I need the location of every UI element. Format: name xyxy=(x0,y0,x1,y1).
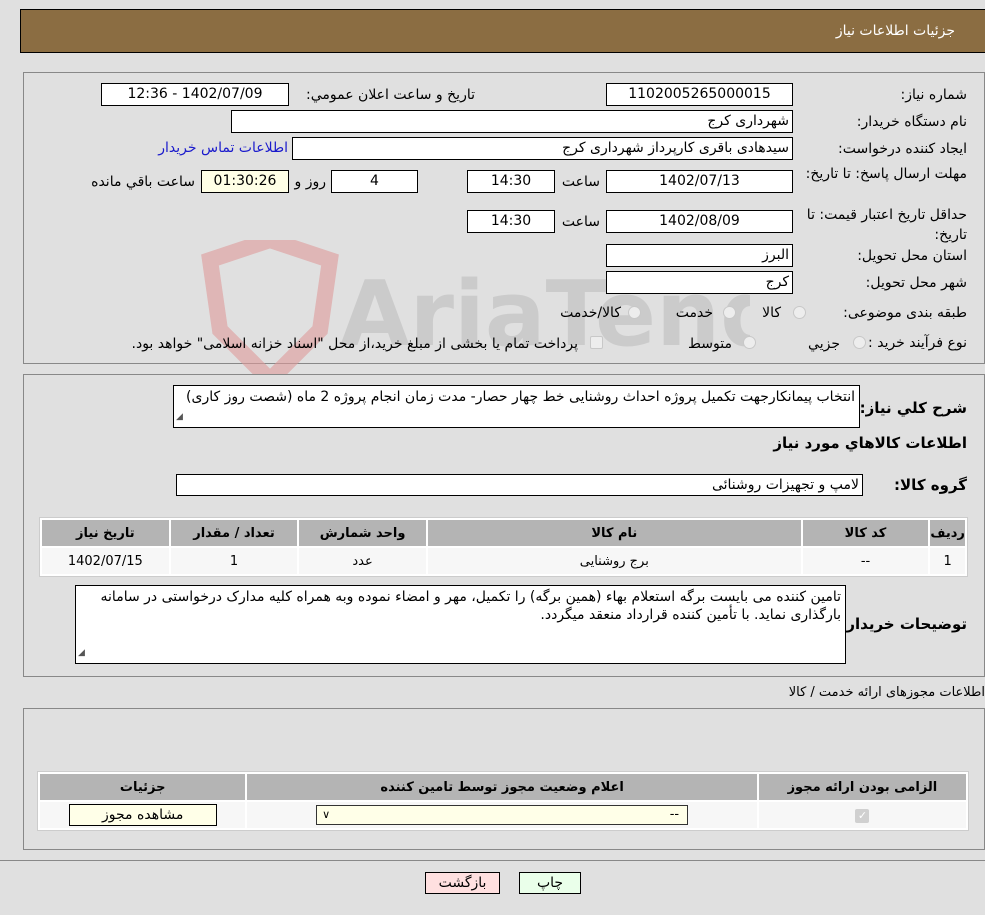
description-label: شرح کلي نياز: xyxy=(859,399,967,417)
goods-table: رديف کد کالا نام کالا واحد شمارش تعداد /… xyxy=(39,517,968,577)
permits-section-title: اطلاعات مجوزهای ارائه خدمت / کالا xyxy=(788,685,985,700)
col-permit-details: جزئیات xyxy=(40,774,246,800)
process-radio-minor[interactable] xyxy=(853,336,866,349)
category-option-goods-service: کالا/خدمت xyxy=(560,305,621,321)
process-radio-medium[interactable] xyxy=(743,336,756,349)
col-goods-name: نام کالا xyxy=(427,520,801,546)
description-textarea[interactable]: انتخاب پیمانکارجهت تکمیل پروژه احداث روش… xyxy=(173,385,860,428)
table-row: 1 -- برج روشنایی عدد 1 1402/07/15 xyxy=(42,548,965,574)
category-option-service: خدمت xyxy=(675,305,713,321)
col-need-date: تاریخ نیاز xyxy=(42,520,169,546)
process-option-minor: جزيي xyxy=(808,336,840,352)
permit-required-checkbox: ✓ xyxy=(855,808,870,823)
buyer-org-label: نام دستگاه خریدار: xyxy=(856,114,967,130)
cell-goods-code: -- xyxy=(802,548,929,574)
resize-grip-icon[interactable]: ◢ xyxy=(78,644,85,662)
time-remaining-label: ساعت باقي مانده xyxy=(91,174,195,190)
days-and-label: روز و xyxy=(294,174,327,190)
deadline-time-label: ساعت xyxy=(561,174,600,190)
print-button[interactable]: چاپ xyxy=(519,872,581,894)
col-quantity: تعداد / مقدار xyxy=(170,520,298,546)
back-button[interactable]: بازگشت xyxy=(425,872,500,894)
col-row-number: رديف xyxy=(930,520,965,546)
goods-table-header: رديف کد کالا نام کالا واحد شمارش تعداد /… xyxy=(42,520,965,546)
process-label: نوع فرآیند خرید : xyxy=(868,335,967,351)
treasury-payment-checkbox[interactable] xyxy=(590,336,603,349)
category-option-goods: کالا xyxy=(762,305,781,321)
permits-table: الزامی بودن ارائه مجوز اعلام وضعیت مجوز … xyxy=(37,771,969,831)
buyer-notes-textarea[interactable]: تامین کننده می بایست برگه استعلام بهاء (… xyxy=(75,585,846,664)
deadline-date-field: 1402/07/13 xyxy=(606,170,793,193)
table-row: ✓ -- ∨ مشاهده مجوز xyxy=(40,802,966,828)
chevron-down-icon: ∨ xyxy=(322,808,331,821)
announce-label: تاريخ و ساعت اعلان عمومي: xyxy=(306,87,475,103)
process-option-medium: متوسط xyxy=(688,336,732,352)
province-label: استان محل تحویل: xyxy=(857,248,967,264)
cell-permit-required: ✓ xyxy=(758,802,966,828)
goods-group-field: لامپ و تجهیزات روشنائی xyxy=(176,474,863,496)
cell-goods-name: برج روشنایی xyxy=(427,548,801,574)
col-goods-code: کد کالا xyxy=(802,520,929,546)
creator-label: ایجاد کننده درخواست: xyxy=(838,141,967,157)
province-field: البرز xyxy=(606,244,793,267)
announce-datetime-field: 1402/07/09 - 12:36 xyxy=(101,83,289,106)
buyer-notes-label: توضیحات خریدار: xyxy=(840,615,967,633)
need-number-field: 1102005265000015 xyxy=(606,83,793,106)
days-remaining-field: 4 xyxy=(331,170,418,193)
treasury-payment-note: پرداخت تمام یا بخشی از مبلغ خرید،از محل … xyxy=(131,336,578,352)
description-text: انتخاب پیمانکارجهت تکمیل پروژه احداث روش… xyxy=(186,389,855,405)
city-field: کرج xyxy=(606,271,793,294)
creator-field: سیدهادی باقری کارپرداز شهرداری کرج xyxy=(292,137,793,160)
col-permit-required: الزامی بودن ارائه مجوز xyxy=(758,774,966,800)
category-label: طبقه بندی موضوعی: xyxy=(843,305,967,321)
buyer-org-field: شهرداری کرج xyxy=(231,110,793,133)
goods-group-label: گروه کالا: xyxy=(894,476,967,494)
time-remaining-field: 01:30:26 xyxy=(201,170,289,193)
permit-status-select[interactable]: -- ∨ xyxy=(316,805,689,825)
need-number-label: شماره نیاز: xyxy=(900,87,968,103)
category-radio-service[interactable] xyxy=(723,306,736,319)
deadline-label: مهلت ارسال پاسخ: تا تاریخ: xyxy=(805,166,967,182)
buyer-contact-link[interactable]: اطلاعات تماس خریدار xyxy=(158,140,288,156)
footer-divider xyxy=(0,860,985,861)
col-permit-status: اعلام وضعیت مجوز توسط تامین کننده xyxy=(247,774,757,800)
page-header: جزئیات اطلاعات نیاز xyxy=(20,9,985,53)
goods-section-title: اطلاعات کالاهاي مورد نياز xyxy=(773,434,967,452)
col-unit: واحد شمارش xyxy=(299,520,426,546)
cell-need-date: 1402/07/15 xyxy=(42,548,169,574)
deadline-time-field: 14:30 xyxy=(467,170,555,193)
permits-table-header: الزامی بودن ارائه مجوز اعلام وضعیت مجوز … xyxy=(40,774,966,800)
cell-row-number: 1 xyxy=(930,548,965,574)
view-permit-button[interactable]: مشاهده مجوز xyxy=(68,804,217,826)
city-label: شهر محل تحویل: xyxy=(865,275,967,291)
category-radio-goods[interactable] xyxy=(793,306,806,319)
price-validity-time-label: ساعت xyxy=(561,214,600,230)
price-validity-date-field: 1402/08/09 xyxy=(606,210,793,233)
resize-grip-icon[interactable]: ◢ xyxy=(176,408,183,426)
page-title: جزئیات اطلاعات نیاز xyxy=(835,23,955,39)
cell-quantity: 1 xyxy=(170,548,298,574)
buyer-notes-text: تامین کننده می بایست برگه استعلام بهاء (… xyxy=(100,589,841,623)
permit-status-selected: -- xyxy=(669,807,680,822)
cell-permit-status: -- ∨ xyxy=(247,802,757,828)
category-radio-goods-service[interactable] xyxy=(628,306,641,319)
cell-unit: عدد xyxy=(299,548,426,574)
price-validity-label: حداقل تاریخ اعتبار قیمت: تا تاریخ: xyxy=(806,207,967,243)
price-validity-time-field: 14:30 xyxy=(467,210,555,233)
cell-permit-details: مشاهده مجوز xyxy=(40,802,246,828)
